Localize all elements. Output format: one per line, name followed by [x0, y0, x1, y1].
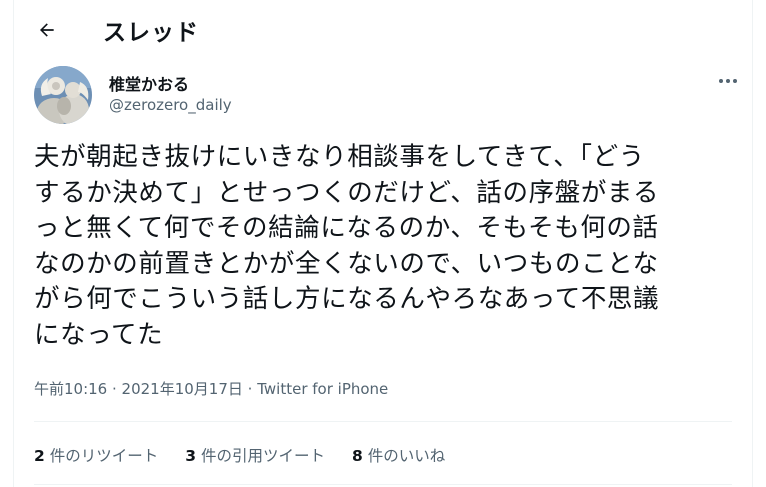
avatar[interactable]: [34, 66, 92, 124]
likes-label: 件のいいね: [367, 447, 446, 465]
retweets-count: 2: [34, 447, 45, 465]
tweet-time-link[interactable]: 午前10:16: [34, 380, 107, 398]
tweet-metadata: 午前10:16 · 2021年10月17日 · Twitter for iPho…: [34, 378, 388, 399]
tweet-source-link[interactable]: Twitter for iPhone: [257, 380, 388, 398]
more-horizontal-icon: [719, 79, 737, 83]
likes-stat[interactable]: 8 件のいいね: [352, 444, 445, 466]
retweets-label: 件のリツイート: [49, 447, 159, 465]
meta-separator: ·: [107, 380, 122, 398]
back-button[interactable]: [30, 13, 64, 47]
arrow-left-icon: [40, 23, 54, 37]
likes-count: 8: [352, 447, 363, 465]
divider: [34, 421, 732, 422]
tweet-thread-panel: スレッド 椎堂かおる @zerozero_daily 夫が朝起き抜けにいきなり相…: [13, 0, 753, 487]
retweets-stat[interactable]: 2 件のリツイート: [34, 444, 158, 466]
tweet-stats: 2 件のリツイート 3 件の引用ツイート 8 件のいいね: [34, 444, 467, 466]
quotes-count: 3: [185, 447, 197, 465]
tweet-date-link[interactable]: 2021年10月17日: [122, 380, 243, 398]
thread-header: スレッド: [14, 0, 752, 62]
page-title: スレッド: [103, 20, 199, 46]
tweet-text: 夫が朝起き抜けにいきなり相談事をしてきて、「どう するか決めて」とせっつくのだけ…: [34, 142, 660, 350]
meta-separator: ·: [242, 380, 258, 398]
quotes-label: 件の引用ツイート: [201, 447, 326, 465]
more-options-button[interactable]: [716, 71, 740, 91]
divider: [34, 484, 732, 485]
tweet-author: 椎堂かおる @zerozero_daily: [14, 62, 752, 132]
quote-tweets-stat[interactable]: 3 件の引用ツイート: [185, 444, 325, 466]
author-display-name[interactable]: 椎堂かおる: [109, 71, 189, 95]
statue-avatar-icon: [34, 66, 92, 124]
author-handle[interactable]: @zerozero_daily: [109, 96, 232, 114]
